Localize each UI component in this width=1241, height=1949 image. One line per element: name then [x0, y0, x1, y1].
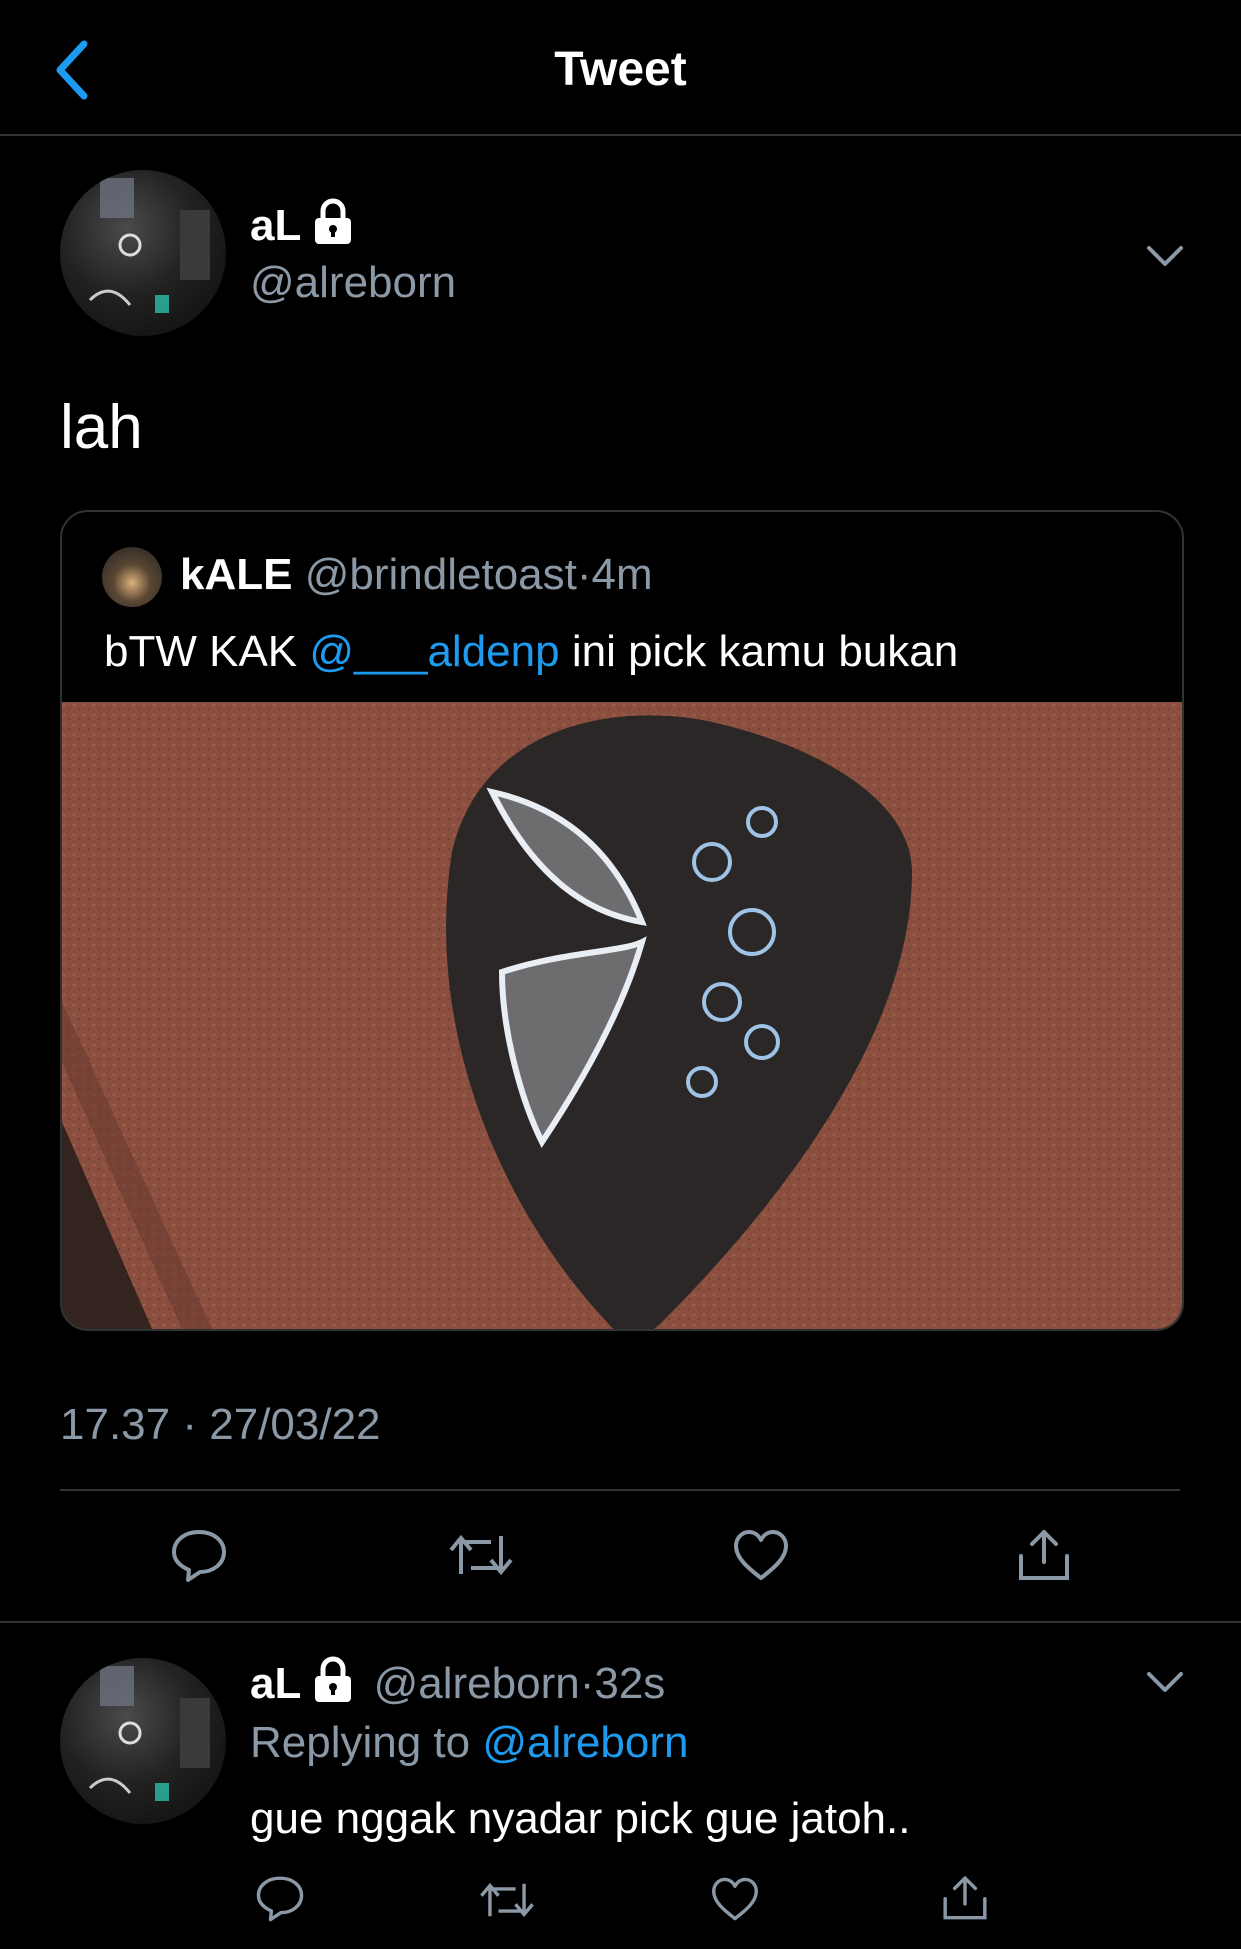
quote-author-name: kALE: [180, 550, 293, 599]
lock-icon: [311, 1656, 355, 1704]
tweet-time: 17.37: [60, 1400, 171, 1449]
quote-image[interactable]: [62, 702, 1182, 1329]
like-icon[interactable]: [710, 1876, 760, 1922]
reply-icon[interactable]: [170, 1528, 228, 1582]
separator-dot: ·: [182, 1400, 197, 1449]
reply-icon[interactable]: [255, 1874, 305, 1922]
divider: [0, 1621, 1241, 1623]
quote-time: 4m: [591, 550, 653, 599]
chevron-down-icon[interactable]: [1145, 242, 1185, 270]
author-handle: @alreborn: [250, 258, 457, 307]
quote-avatar: [102, 547, 162, 607]
retweet-icon[interactable]: [478, 1878, 536, 1922]
reply-author-name: aL: [250, 1659, 302, 1708]
quote-text: bTW KAK @___aldenp ini pick kamu bukan: [104, 627, 958, 677]
share-icon[interactable]: [940, 1872, 990, 1922]
quote-header: kALE @brindletoast·4m: [180, 550, 653, 600]
quote-text-suffix: ini pick kamu bukan: [559, 627, 959, 676]
page-title: Tweet: [554, 43, 687, 96]
retweet-icon[interactable]: [447, 1530, 515, 1580]
tweet-date: 27/03/22: [209, 1400, 381, 1449]
replying-to: Replying to @alreborn: [250, 1718, 688, 1768]
avatar[interactable]: [60, 170, 226, 336]
quote-text-prefix: bTW KAK: [104, 627, 310, 676]
replying-prefix: Replying to: [250, 1718, 483, 1767]
tweet-timestamp: 17.37 · 27/03/22: [60, 1400, 381, 1450]
lock-icon: [311, 198, 355, 246]
quote-author-handle: @brindletoast: [304, 550, 577, 599]
tweet-text: lah: [60, 393, 143, 462]
reply-text: gue nggak nyadar pick gue jatoh..: [250, 1794, 911, 1843]
separator-dot: ·: [579, 1659, 595, 1708]
reply-time: 32s: [594, 1659, 666, 1708]
quoted-tweet[interactable]: kALE @brindletoast·4m bTW KAK @___aldenp…: [60, 510, 1184, 1331]
avatar[interactable]: [60, 1658, 226, 1824]
reply-author-handle: @alreborn: [373, 1659, 580, 1708]
share-icon[interactable]: [1015, 1526, 1073, 1582]
like-icon[interactable]: [732, 1528, 790, 1582]
replying-to-link[interactable]: @alreborn: [482, 1718, 688, 1767]
reply-header: aL @alreborn·32s: [250, 1656, 665, 1709]
mention-link[interactable]: @___aldenp: [309, 627, 559, 676]
separator-dot: ·: [576, 550, 592, 599]
chevron-down-icon[interactable]: [1145, 1668, 1185, 1696]
author-name-row: aL: [250, 198, 355, 251]
author-name: aL: [250, 201, 302, 250]
divider: [60, 1489, 1180, 1491]
top-bar: Tweet: [0, 0, 1241, 136]
